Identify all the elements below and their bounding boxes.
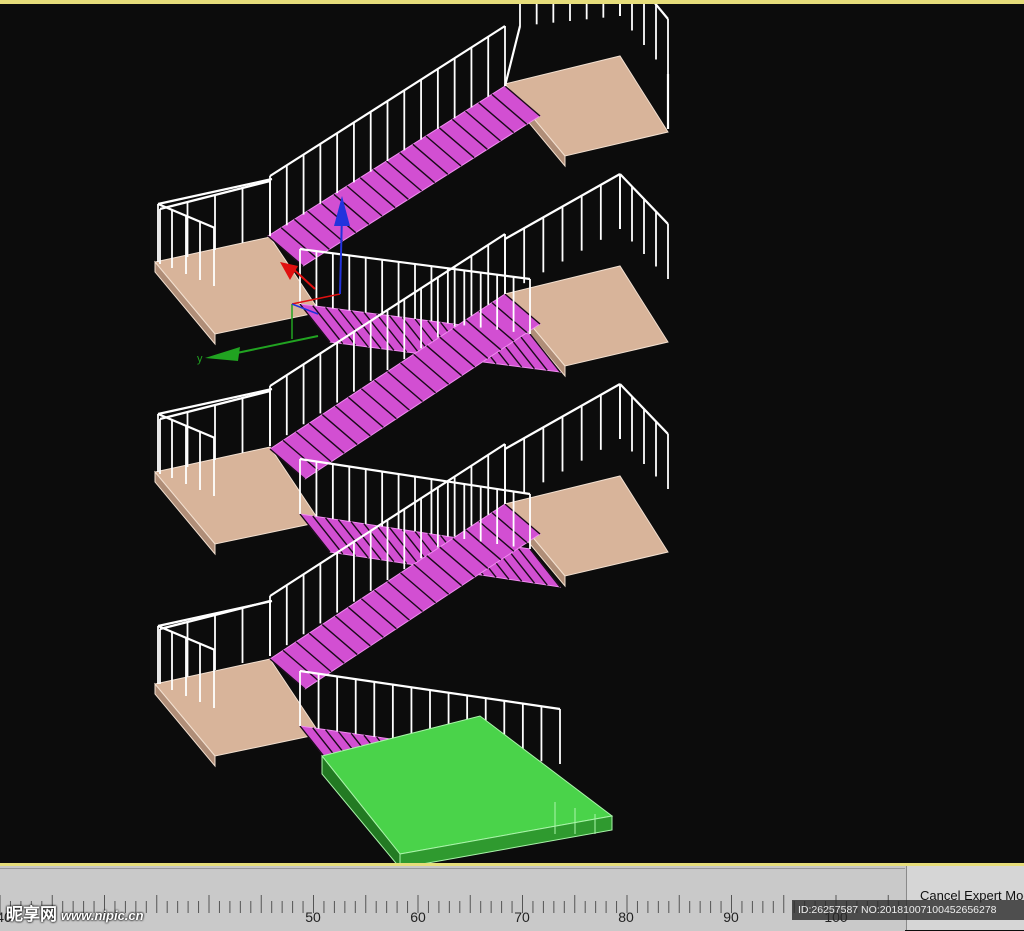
handrail: [503, 25, 522, 87]
tick-label: 50: [305, 909, 321, 925]
image-id-label: ID:26257587 NO:20181007100452656278: [792, 900, 1024, 920]
cancel-expert-mode-button[interactable]: Cancel Expert Mode: [906, 866, 1024, 930]
y-axis-line: [231, 335, 319, 355]
perspective-viewport[interactable]: y: [0, 0, 1024, 866]
y-axis-arrow-icon[interactable]: [205, 347, 240, 361]
landing-slab: [504, 55, 669, 157]
bottom-bar: 40 50 60 70 80 90 100: [0, 866, 1024, 931]
staircase-model: y: [154, 4, 670, 863]
tick-label: 60: [410, 909, 426, 925]
tick-label: 80: [618, 909, 634, 925]
tick-label: 90: [723, 909, 739, 925]
watermark-brand: 昵享网: [6, 905, 57, 924]
y-axis-label: y: [197, 353, 203, 365]
watermark: 昵享网 www.nipic.cn: [6, 900, 144, 925]
watermark-url: www.nipic.cn: [61, 908, 144, 923]
tick-label: 70: [514, 909, 530, 925]
